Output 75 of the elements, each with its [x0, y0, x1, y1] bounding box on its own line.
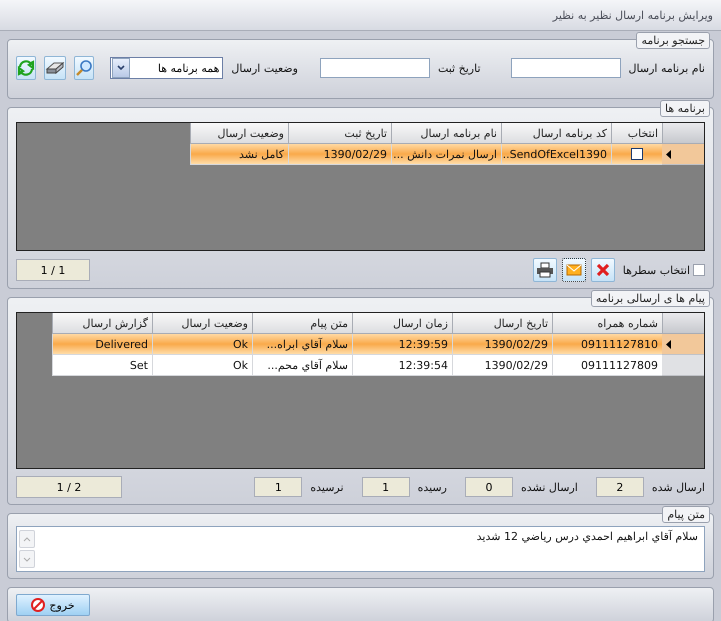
table-cell: Ok	[152, 334, 252, 355]
delete-button[interactable]	[590, 258, 615, 282]
checkbox-label: انتخاب سطرها	[622, 264, 690, 276]
field-label: وضعیت ارسال	[231, 62, 298, 74]
table-cell: SendOfExcel1390...	[501, 144, 611, 165]
print-button[interactable]	[532, 258, 557, 282]
no-entry-icon	[31, 598, 46, 612]
search-icon	[75, 59, 93, 77]
column-header[interactable]: تاریخ ثبت	[288, 123, 391, 144]
counter-value: 1	[362, 477, 410, 497]
column-header[interactable]: نام برنامه ارسال	[391, 123, 501, 144]
column-header[interactable]: وضعیت ارسال	[152, 313, 252, 334]
row-header[interactable]	[662, 334, 704, 355]
column-header[interactable]: گزارش ارسال	[52, 313, 152, 334]
refresh-button[interactable]	[16, 56, 36, 80]
close-icon	[594, 262, 611, 278]
column-header[interactable]: متن پیام	[252, 313, 352, 334]
printer-icon	[536, 262, 554, 278]
table-cell: 09111127810	[552, 334, 662, 355]
counter-label: رسیده	[418, 480, 447, 494]
group-title: برنامه ها	[660, 100, 710, 117]
chevron-up-icon	[23, 536, 31, 542]
eraser-icon	[45, 61, 65, 75]
select-rows-checkbox[interactable]	[693, 264, 705, 276]
table-cell: Ok	[152, 355, 252, 376]
search-button[interactable]	[74, 56, 94, 80]
table-cell: کامل نشد	[190, 144, 288, 165]
table-cell: 12:39:54	[352, 355, 452, 376]
column-header[interactable]: زمان ارسال	[352, 313, 452, 334]
counter-value: 0	[464, 477, 513, 497]
column-header[interactable]: انتخاب	[611, 123, 662, 144]
counter-label: نرسیده	[310, 480, 344, 494]
row-pointer-icon	[666, 150, 671, 158]
group-title: متن پیام	[662, 506, 710, 523]
table-cell: 1390/02/29	[452, 355, 552, 376]
row-checkbox[interactable]	[631, 148, 643, 160]
counter-value: 1	[254, 477, 302, 497]
counter-label: ارسال نشده	[520, 480, 578, 494]
table-cell: 12:39:59	[352, 334, 452, 355]
counter-label: ارسال شده	[652, 480, 705, 494]
column-header[interactable]: کد برنامه ارسال	[501, 123, 611, 144]
table-cell: 1390/02/29	[288, 144, 391, 165]
table-cell: Delivered	[52, 334, 152, 355]
counter-value: 2	[596, 477, 644, 497]
row-pointer-icon	[666, 340, 671, 348]
field-label: نام برنامه ارسال	[628, 62, 705, 74]
table-cell: سلام آقاي ابراه...	[252, 334, 352, 355]
envelope-icon	[566, 264, 582, 276]
page-indicator: 1 / 2	[16, 476, 122, 498]
column-header[interactable]: تاریخ ارسال	[452, 313, 552, 334]
table-cell: Set	[52, 355, 152, 376]
table-cell: 1390/02/29	[452, 334, 552, 355]
message-text: سلام آقاي ابراهيم احمدي درس رياضي 12 شديد	[476, 530, 698, 545]
input-field[interactable]	[320, 58, 430, 78]
chevron-down-icon	[117, 65, 125, 71]
message-button[interactable]	[562, 258, 586, 282]
refresh-icon	[17, 59, 35, 77]
page-indicator: 1 / 1	[16, 259, 90, 281]
column-header[interactable]: شماره همراه	[552, 313, 662, 334]
table-cell: ارسال نمرات دانش ...	[391, 144, 501, 165]
chevron-down-icon	[23, 556, 31, 562]
group-title: پیام ها ی ارسالی برنامه	[590, 290, 710, 307]
status-dropdown[interactable]: همه برنامه ها	[110, 57, 224, 79]
column-header[interactable]: وضعیت ارسال	[190, 123, 288, 144]
table-cell: 09111127809	[552, 355, 662, 376]
table-cell: سلام آقاي محم...	[252, 355, 352, 376]
field-label: تاریخ ثبت	[438, 62, 481, 74]
group-title: جستجو برنامه	[636, 32, 710, 49]
eraser-button[interactable]	[44, 56, 66, 80]
window-title: ویرایش برنامه ارسال نظیر به نظیر	[552, 8, 713, 22]
header-corner	[662, 123, 704, 144]
input-field[interactable]	[510, 58, 621, 78]
header-corner	[662, 313, 704, 334]
exit-button[interactable]: خروج	[16, 594, 90, 616]
row-header[interactable]	[662, 144, 704, 165]
